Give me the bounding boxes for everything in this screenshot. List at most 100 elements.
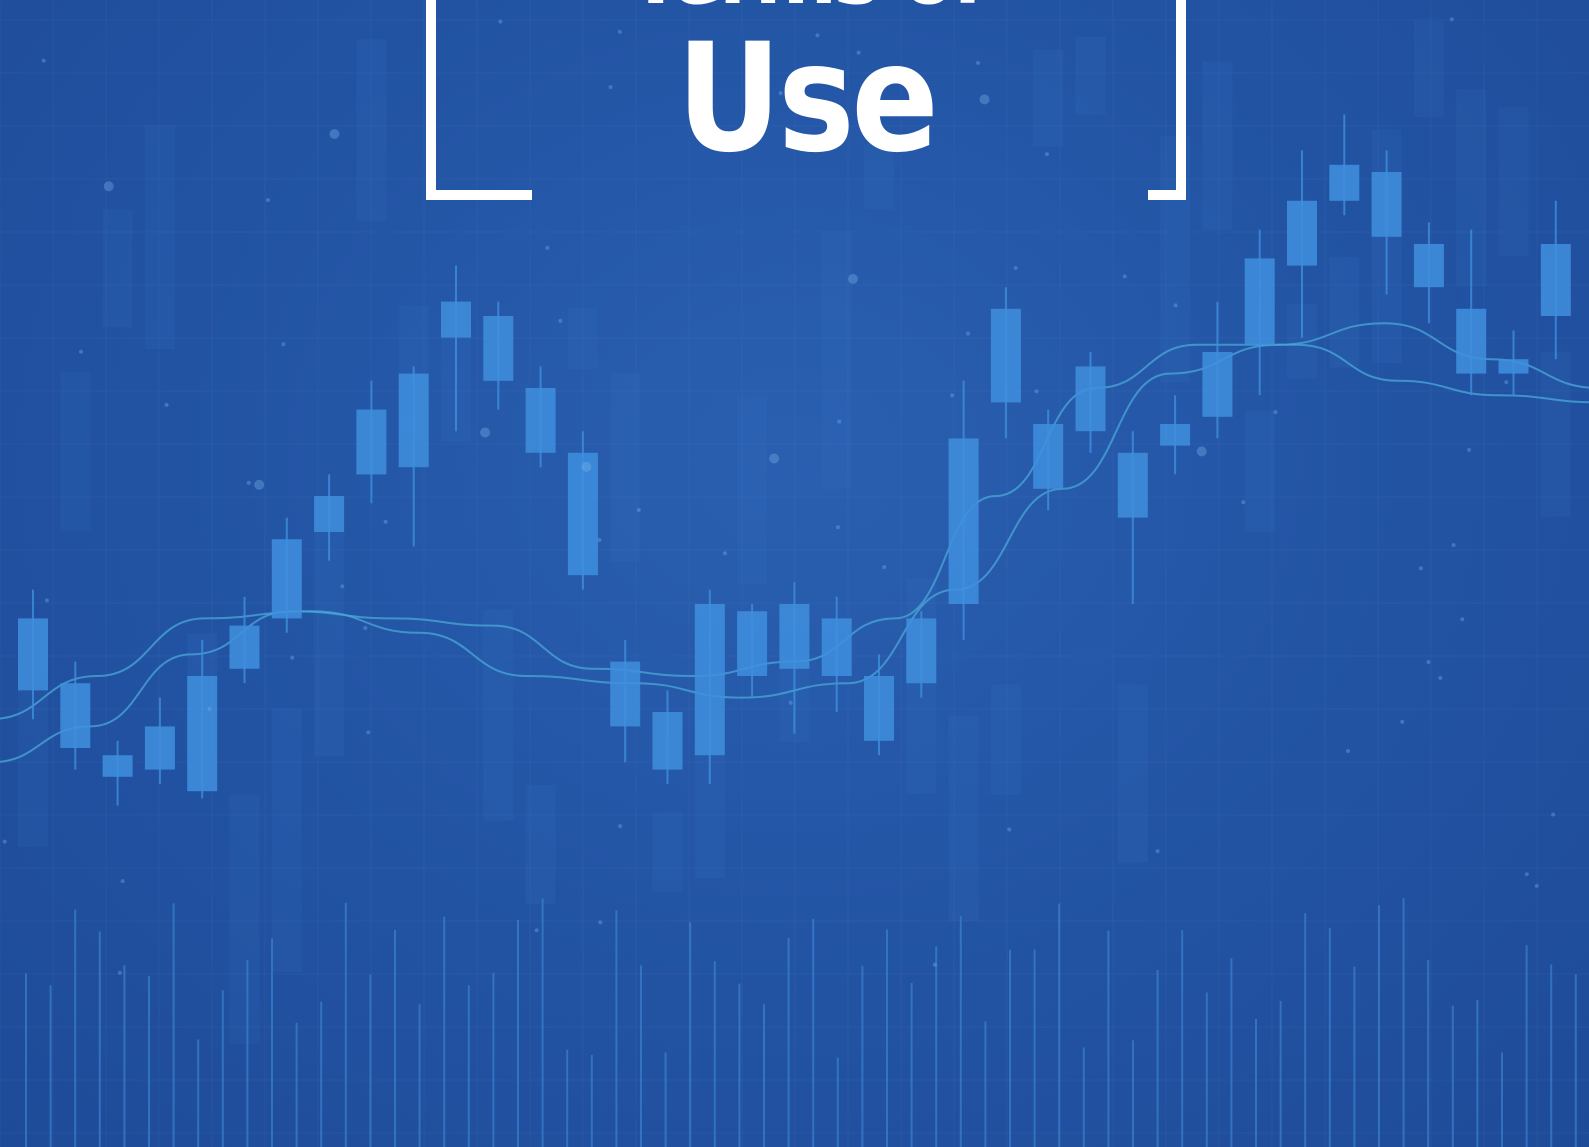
candle-body: [1287, 200, 1317, 266]
sparkle-dot: [882, 565, 887, 570]
ghost-candle: [737, 395, 768, 585]
sparkle-dot: [558, 318, 563, 323]
sparkle-dot: [1400, 719, 1405, 724]
candle-body: [1540, 244, 1571, 316]
ghost-candle: [821, 231, 852, 489]
sparkle-dot: [164, 402, 169, 407]
sparkle-dot: [1418, 566, 1423, 571]
sparkle-dot: [254, 479, 265, 490]
candle-body: [1329, 164, 1360, 201]
candle-body: [187, 676, 218, 792]
sparkle-dot: [41, 58, 46, 63]
sparkle-dot: [598, 920, 603, 925]
ghost-candle: [1117, 684, 1148, 863]
candle-body: [398, 373, 429, 468]
candle-body: [483, 316, 514, 381]
sparkle-dot: [950, 393, 955, 398]
candle-body: [990, 308, 1021, 403]
page-title-line-2: Use: [676, 12, 939, 186]
ghost-candle: [948, 715, 979, 921]
ghost-candle: [1498, 107, 1529, 256]
candle-body: [525, 388, 556, 453]
ghost-candle: [990, 684, 1021, 795]
sparkle-dot: [1524, 872, 1529, 877]
sparkle-dot: [1173, 303, 1178, 308]
candle-body: [441, 301, 471, 338]
sparkle-dot: [1007, 827, 1012, 832]
sparkle-dot: [1449, 17, 1454, 22]
ghost-candle: [60, 371, 91, 531]
sparkle-dot: [534, 928, 539, 933]
sparkle-dot: [117, 970, 122, 975]
sparkle-dot: [340, 584, 345, 589]
sparkle-dot: [103, 181, 114, 192]
sparkle-dot: [1122, 274, 1127, 279]
sparkle-dot: [1438, 675, 1443, 680]
sparkle-dot: [1534, 883, 1539, 888]
sparkle-dot: [597, 537, 602, 542]
candle-body: [1160, 424, 1191, 446]
candle-body: [779, 604, 810, 669]
sparkle-dot: [1273, 410, 1278, 415]
sparkle-dot: [769, 453, 780, 464]
candle-body: [1033, 424, 1064, 489]
sparkle-dot: [788, 700, 793, 705]
ghost-candle: [144, 125, 175, 349]
ghost-candle: [1244, 410, 1275, 533]
sparkle-dot: [545, 245, 550, 250]
candle-body: [610, 661, 641, 727]
candle-body: [1075, 366, 1106, 432]
ghost-candle: [652, 812, 683, 893]
ghost-candle: [525, 785, 556, 904]
candle-body: [356, 409, 387, 475]
ghost-candle: [567, 307, 598, 370]
ghost-candle: [271, 708, 302, 973]
candle-body: [102, 755, 133, 777]
sparkle-dot: [44, 598, 49, 603]
candle-body: [567, 452, 598, 576]
sparkle-dot: [1551, 812, 1556, 817]
sparkle-dot: [246, 480, 251, 485]
candle-body: [60, 683, 91, 748]
ghost-candle: [483, 609, 514, 821]
ghost-candle: [1540, 351, 1571, 517]
sparkle-dot: [329, 129, 340, 139]
candle-body: [229, 625, 260, 669]
sparkle-dot: [363, 626, 368, 630]
sparkle-dot: [383, 519, 388, 524]
candle-body: [652, 712, 683, 770]
ghost-candle: [610, 372, 641, 562]
ghost-candle: [1202, 61, 1233, 231]
candle-body: [1413, 244, 1444, 288]
sparkle-dot: [265, 198, 270, 203]
sparkle-dot: [1196, 446, 1207, 457]
ghost-candle: [102, 209, 133, 328]
sparkle-dot: [1504, 380, 1509, 385]
ghost-candle: [1329, 256, 1360, 368]
ghost-candle: [314, 532, 345, 757]
candle-body: [906, 618, 937, 684]
sparkle-dot: [581, 461, 592, 472]
sparkle-dot: [1460, 617, 1465, 622]
candle-body: [1202, 352, 1233, 417]
hero-banner: Terms of Use: [0, 0, 1589, 1147]
candle-body: [1456, 308, 1487, 374]
candle-body: [1244, 258, 1275, 345]
candle-body: [864, 676, 894, 741]
sparkle-dot: [480, 427, 491, 438]
sparkle-dot: [281, 342, 286, 347]
sparkle-dot: [618, 824, 623, 829]
ghost-candle: [1413, 20, 1444, 117]
sparkle-dot: [366, 730, 371, 735]
ghost-candle: [356, 39, 387, 222]
sparkle-dot: [1451, 543, 1456, 548]
candle-body: [314, 496, 345, 532]
ghost-candle: [229, 794, 260, 1044]
sparkle-dot: [2, 839, 7, 844]
candle-body: [271, 539, 302, 619]
sparkle-dot: [120, 879, 125, 884]
sparkle-dot: [932, 962, 937, 967]
sparkle-dot: [848, 274, 858, 284]
title-frame: Terms of Use: [426, 0, 1186, 202]
sparkle-dot: [1013, 265, 1018, 270]
